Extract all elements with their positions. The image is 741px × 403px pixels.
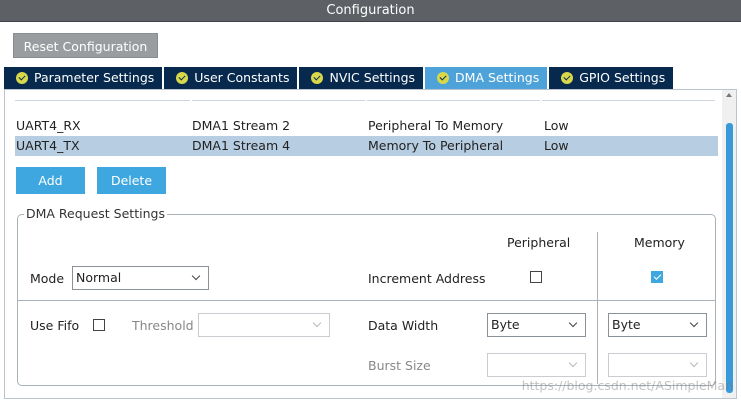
- burst-size-label: Burst Size: [368, 358, 431, 373]
- mode-label: Mode: [30, 271, 65, 286]
- tab-label: NVIC Settings: [329, 70, 416, 85]
- tab-label: DMA Settings: [455, 70, 540, 85]
- check-circle-icon: [176, 72, 189, 84]
- group-title: DMA Request Settings: [24, 206, 167, 221]
- table-row-selected[interactable]: UART4_TX DMA1 Stream 4 Memory To Periphe…: [15, 136, 718, 156]
- column-header-direction[interactable]: [367, 100, 540, 106]
- increment-peripheral-checkbox[interactable]: [530, 271, 542, 283]
- chevron-down-icon: [568, 358, 578, 368]
- cell-priority: Low: [544, 138, 569, 153]
- mode-value: Normal: [76, 270, 122, 285]
- threshold-label: Threshold: [132, 318, 194, 333]
- window-title: Configuration: [0, 0, 741, 22]
- reset-configuration-button[interactable]: Reset Configuration: [13, 33, 158, 58]
- scroll-up-arrow-icon[interactable]: [726, 93, 732, 97]
- tab-label: User Constants: [194, 70, 290, 85]
- increment-address-label: Increment Address: [368, 271, 486, 286]
- column-header-request[interactable]: [15, 100, 190, 106]
- cell-request: UART4_TX: [16, 138, 80, 153]
- tab-nvic-settings[interactable]: NVIC Settings: [299, 67, 424, 89]
- column-header-priority[interactable]: [542, 100, 715, 106]
- mode-select[interactable]: Normal: [72, 266, 209, 290]
- watermark-text: https://blog.csdn.net/ASimpleMan: [521, 378, 733, 393]
- threshold-select[interactable]: [198, 313, 330, 337]
- peripheral-column-header: Peripheral: [507, 235, 571, 250]
- scrollbar-thumb[interactable]: [726, 123, 733, 393]
- burst-size-memory-select[interactable]: [608, 353, 707, 377]
- column-divider: [597, 232, 598, 384]
- cell-direction: Memory To Peripheral: [368, 138, 504, 153]
- chevron-down-icon: [312, 318, 322, 328]
- chevron-down-icon: [689, 358, 699, 368]
- check-circle-icon: [561, 72, 574, 84]
- check-circle-icon: [437, 72, 450, 84]
- cell-stream: DMA1 Stream 4: [192, 138, 291, 153]
- delete-button[interactable]: Delete: [97, 167, 166, 194]
- check-circle-icon: [16, 72, 28, 84]
- settings-tabs: Parameter Settings User Constants NVIC S…: [4, 67, 675, 89]
- tab-label: Parameter Settings: [34, 70, 155, 85]
- data-width-peripheral-value: Byte: [491, 317, 520, 332]
- tab-gpio-settings[interactable]: GPIO Settings: [549, 67, 674, 89]
- memory-column-header: Memory: [634, 235, 685, 250]
- section-divider: [18, 300, 715, 301]
- cell-stream: DMA1 Stream 2: [192, 118, 291, 133]
- data-width-label: Data Width: [368, 318, 439, 333]
- chevron-down-icon: [689, 318, 699, 328]
- cell-priority: Low: [544, 118, 569, 133]
- use-fifo-checkbox[interactable]: [93, 319, 105, 331]
- cell-direction: Peripheral To Memory: [368, 118, 504, 133]
- tab-parameter-settings[interactable]: Parameter Settings: [4, 67, 163, 89]
- burst-size-peripheral-select[interactable]: [487, 353, 586, 377]
- tab-dma-settings[interactable]: DMA Settings: [425, 67, 548, 89]
- cell-request: UART4_RX: [16, 118, 81, 133]
- data-width-memory-select[interactable]: Byte: [608, 313, 707, 337]
- add-button[interactable]: Add: [16, 167, 85, 194]
- data-width-peripheral-select[interactable]: Byte: [487, 313, 586, 337]
- increment-memory-checkbox[interactable]: [651, 271, 663, 283]
- chevron-down-icon: [191, 271, 201, 281]
- dma-settings-panel: UART4_RX DMA1 Stream 2 Peripheral To Mem…: [4, 89, 737, 399]
- check-circle-icon: [311, 72, 324, 84]
- data-width-memory-value: Byte: [612, 317, 641, 332]
- table-row[interactable]: UART4_RX DMA1 Stream 2 Peripheral To Mem…: [15, 116, 718, 136]
- vertical-scrollbar[interactable]: [722, 90, 736, 398]
- tab-user-constants[interactable]: User Constants: [164, 67, 298, 89]
- column-header-stream[interactable]: [192, 100, 365, 106]
- use-fifo-label: Use Fifo: [30, 318, 80, 333]
- chevron-down-icon: [568, 318, 578, 328]
- tab-label: GPIO Settings: [579, 70, 666, 85]
